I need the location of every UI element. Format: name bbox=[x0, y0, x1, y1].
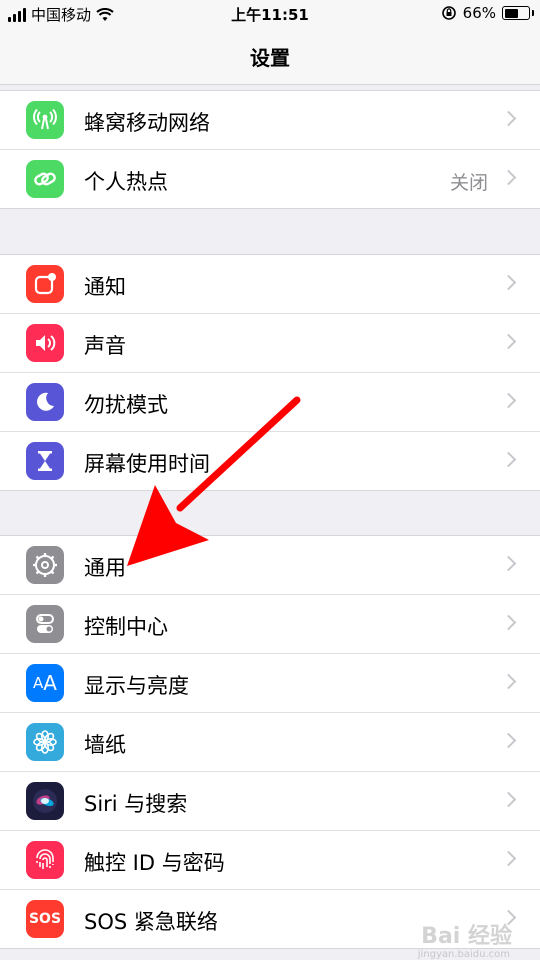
settings-row-wallpaper[interactable]: 墙纸 bbox=[0, 713, 540, 772]
chevron-right-icon bbox=[500, 392, 517, 409]
antenna-icon bbox=[26, 101, 64, 139]
chevron-right-icon bbox=[500, 791, 517, 808]
settings-row-label: 个人热点 bbox=[84, 170, 168, 194]
chevron-right-icon bbox=[500, 614, 517, 631]
settings-row-hotspot[interactable]: 个人热点 关闭 bbox=[0, 150, 540, 208]
status-right: 66% bbox=[441, 4, 534, 22]
chevron-right-icon bbox=[500, 732, 517, 749]
settings-row-label: Siri 与搜索 bbox=[84, 792, 188, 816]
chevron-right-icon bbox=[500, 673, 517, 690]
settings-row-screen-time[interactable]: 屏幕使用时间 bbox=[0, 432, 540, 490]
chevron-right-icon bbox=[500, 555, 517, 572]
flower-icon bbox=[26, 723, 64, 761]
chevron-right-icon bbox=[500, 169, 517, 186]
settings-group-notifications: 通知 声音 勿扰模式 屏幕使用时间 bbox=[0, 254, 540, 491]
siri-icon bbox=[26, 782, 64, 820]
watermark-url: jingyan.baidu.com bbox=[417, 949, 510, 960]
notification-icon bbox=[26, 265, 64, 303]
battery-icon bbox=[502, 6, 534, 20]
sos-icon-text: SOS bbox=[28, 911, 62, 927]
chevron-right-icon bbox=[500, 451, 517, 468]
settings-row-label: 触控 ID 与密码 bbox=[84, 851, 225, 875]
moon-icon bbox=[26, 383, 64, 421]
settings-row-label: 蜂窝移动网络 bbox=[84, 111, 210, 135]
sos-icon: SOS bbox=[26, 900, 64, 938]
settings-row-do-not-disturb[interactable]: 勿扰模式 bbox=[0, 373, 540, 432]
chevron-right-icon bbox=[500, 333, 517, 350]
text-size-icon: AA bbox=[26, 664, 64, 702]
battery-level bbox=[504, 8, 518, 18]
settings-row-general[interactable]: 通用 bbox=[0, 536, 540, 595]
settings-row-label: 墙纸 bbox=[84, 733, 126, 757]
speaker-icon bbox=[26, 324, 64, 362]
settings-group-network: 蜂窝移动网络 个人热点 关闭 bbox=[0, 90, 540, 209]
settings-row-cellular[interactable]: 蜂窝移动网络 bbox=[0, 91, 540, 150]
toggle-switches-icon bbox=[26, 605, 64, 643]
chevron-right-icon bbox=[500, 850, 517, 867]
settings-row-sounds[interactable]: 声音 bbox=[0, 314, 540, 373]
hourglass-icon bbox=[26, 442, 64, 480]
settings-row-label: 声音 bbox=[84, 334, 126, 358]
rotation-lock-icon bbox=[441, 6, 456, 20]
settings-row-label: 屏幕使用时间 bbox=[84, 452, 210, 476]
settings-row-siri-search[interactable]: Siri 与搜索 bbox=[0, 772, 540, 831]
fingerprint-icon bbox=[26, 841, 64, 879]
settings-row-label: 通用 bbox=[84, 556, 126, 580]
settings-group-general: 通用 控制中心 AA 显示与亮度 墙纸 Siri 与搜索 触控 ID 与密码 S… bbox=[0, 535, 540, 949]
gear-icon bbox=[26, 546, 64, 584]
settings-row-label: 显示与亮度 bbox=[84, 674, 189, 698]
settings-row-control-center[interactable]: 控制中心 bbox=[0, 595, 540, 654]
chevron-right-icon bbox=[500, 110, 517, 127]
settings-row-label: SOS 紧急联络 bbox=[84, 910, 218, 934]
settings-row-notifications[interactable]: 通知 bbox=[0, 255, 540, 314]
hotspot-status-value: 关闭 bbox=[449, 172, 488, 194]
chevron-right-icon bbox=[500, 274, 517, 291]
settings-row-label: 控制中心 bbox=[84, 615, 168, 639]
battery-percent: 66% bbox=[462, 4, 496, 22]
settings-row-touch-id-passcode[interactable]: 触控 ID 与密码 bbox=[0, 831, 540, 890]
page-title: 设置 bbox=[250, 46, 290, 70]
watermark-logo: Bai 经验 bbox=[421, 924, 512, 949]
settings-row-label: 通知 bbox=[84, 275, 126, 299]
navigation-bar: 设置 bbox=[0, 28, 540, 85]
settings-row-label: 勿扰模式 bbox=[84, 393, 168, 417]
settings-row-display-brightness[interactable]: AA 显示与亮度 bbox=[0, 654, 540, 713]
hotspot-link-icon bbox=[26, 160, 64, 198]
status-bar: 中国移动 上午11:51 66% bbox=[0, 0, 540, 28]
